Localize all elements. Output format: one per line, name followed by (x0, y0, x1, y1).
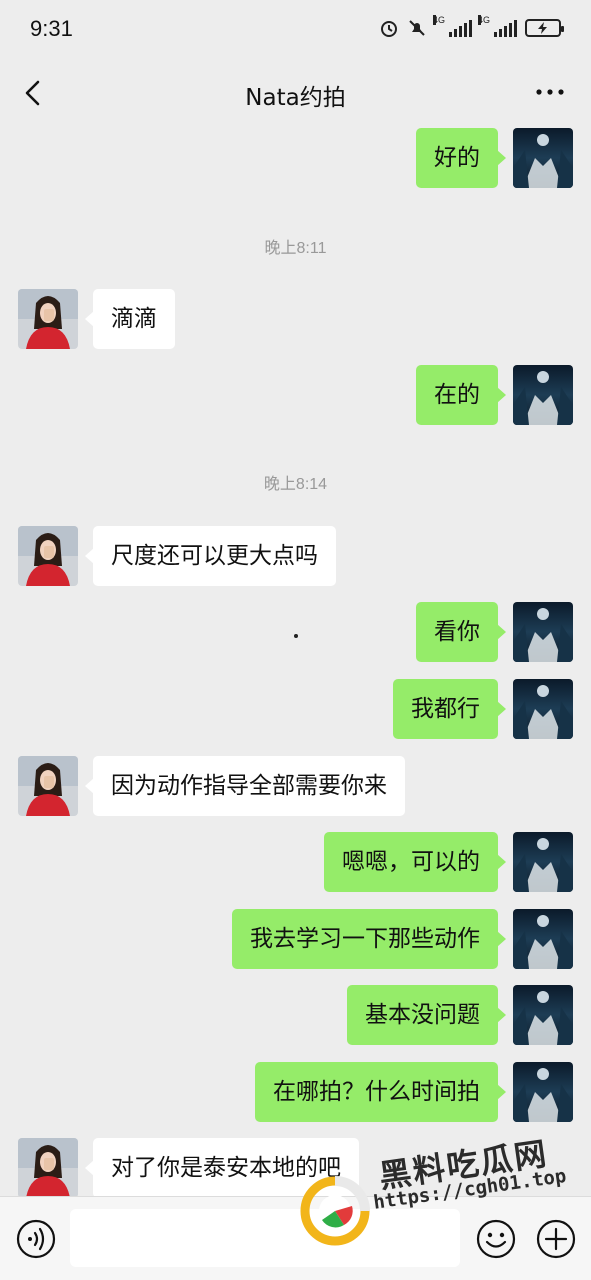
contact-avatar[interactable] (18, 526, 78, 586)
message-row-received: 尺度还可以更大点吗 (0, 526, 591, 586)
status-bar: 9:31 4G 4G (0, 0, 591, 58)
my-avatar[interactable] (513, 985, 573, 1045)
message-bubble-sent[interactable]: 看你 (416, 602, 506, 662)
contact-avatar[interactable] (18, 289, 78, 349)
message-bubble-sent[interactable]: 嗯嗯，可以的 (324, 832, 506, 892)
message-row-sent: 在的 (0, 365, 591, 425)
status-time: 9:31 (30, 16, 73, 41)
message-bubble-received[interactable]: 尺度还可以更大点吗 (85, 526, 336, 586)
message-bubble-sent[interactable]: 好的 (416, 128, 506, 188)
message-row-sent: 在哪拍？什么时间拍 (0, 1062, 591, 1122)
message-row-sent: 我去学习一下那些动作 (0, 909, 591, 969)
contact-avatar[interactable] (18, 1138, 78, 1196)
watermark: 黑料吃瓜网 https://cgh01.top (300, 1134, 580, 1248)
watermark-logo-icon (300, 1176, 370, 1246)
timestamp: 晚上8:14 (263, 476, 328, 493)
timestamp: 晚上8:11 (264, 240, 327, 257)
message-row-sent: 好的 (0, 128, 591, 188)
message-bubble-sent[interactable]: 我去学习一下那些动作 (232, 909, 506, 969)
battery-icon (525, 19, 564, 37)
my-avatar[interactable] (513, 679, 573, 739)
message-row-sent: 看你 (0, 602, 591, 662)
alarm-icon (381, 21, 397, 37)
message-bubble-received[interactable]: 因为动作指导全部需要你来 (85, 756, 405, 816)
message-row-sent: 我都行 (0, 679, 591, 739)
chat-header: Nata约拍 (0, 58, 591, 128)
message-row-sent: 嗯嗯，可以的 (0, 832, 591, 892)
signal-4g-icon: 4G (478, 15, 517, 37)
message-bubble-received[interactable]: 滴滴 (85, 289, 175, 349)
message-bubble-sent[interactable]: 我都行 (393, 679, 506, 739)
more-options-icon[interactable] (535, 80, 565, 104)
my-avatar[interactable] (513, 909, 573, 969)
my-avatar[interactable] (513, 832, 573, 892)
message-bubble-sent[interactable]: 在的 (416, 365, 506, 425)
message-list[interactable]: 好的 晚上8:11 滴滴 在的 晚上8:14 尺度还可以更大点吗 看你 我都行 … (0, 128, 591, 1196)
my-avatar[interactable] (513, 602, 573, 662)
contact-avatar[interactable] (18, 756, 78, 816)
message-row-sent: 基本没问题 (0, 985, 591, 1045)
my-avatar[interactable] (513, 365, 573, 425)
status-icons: 4G 4G (379, 15, 564, 38)
voice-input-icon[interactable] (16, 1219, 56, 1259)
my-avatar[interactable] (513, 1062, 573, 1122)
my-avatar[interactable] (513, 128, 573, 188)
signal-4g-icon: 4G (433, 15, 472, 37)
chat-title: Nata约拍 (245, 85, 346, 111)
charging-bolt-icon (538, 22, 547, 34)
message-bubble-sent[interactable]: 基本没问题 (347, 985, 506, 1045)
message-row-received: 滴滴 (0, 289, 591, 349)
message-row-received: 因为动作指导全部需要你来 (0, 756, 591, 816)
mute-icon (409, 20, 425, 36)
message-bubble-sent[interactable]: 在哪拍？什么时间拍 (255, 1062, 506, 1122)
